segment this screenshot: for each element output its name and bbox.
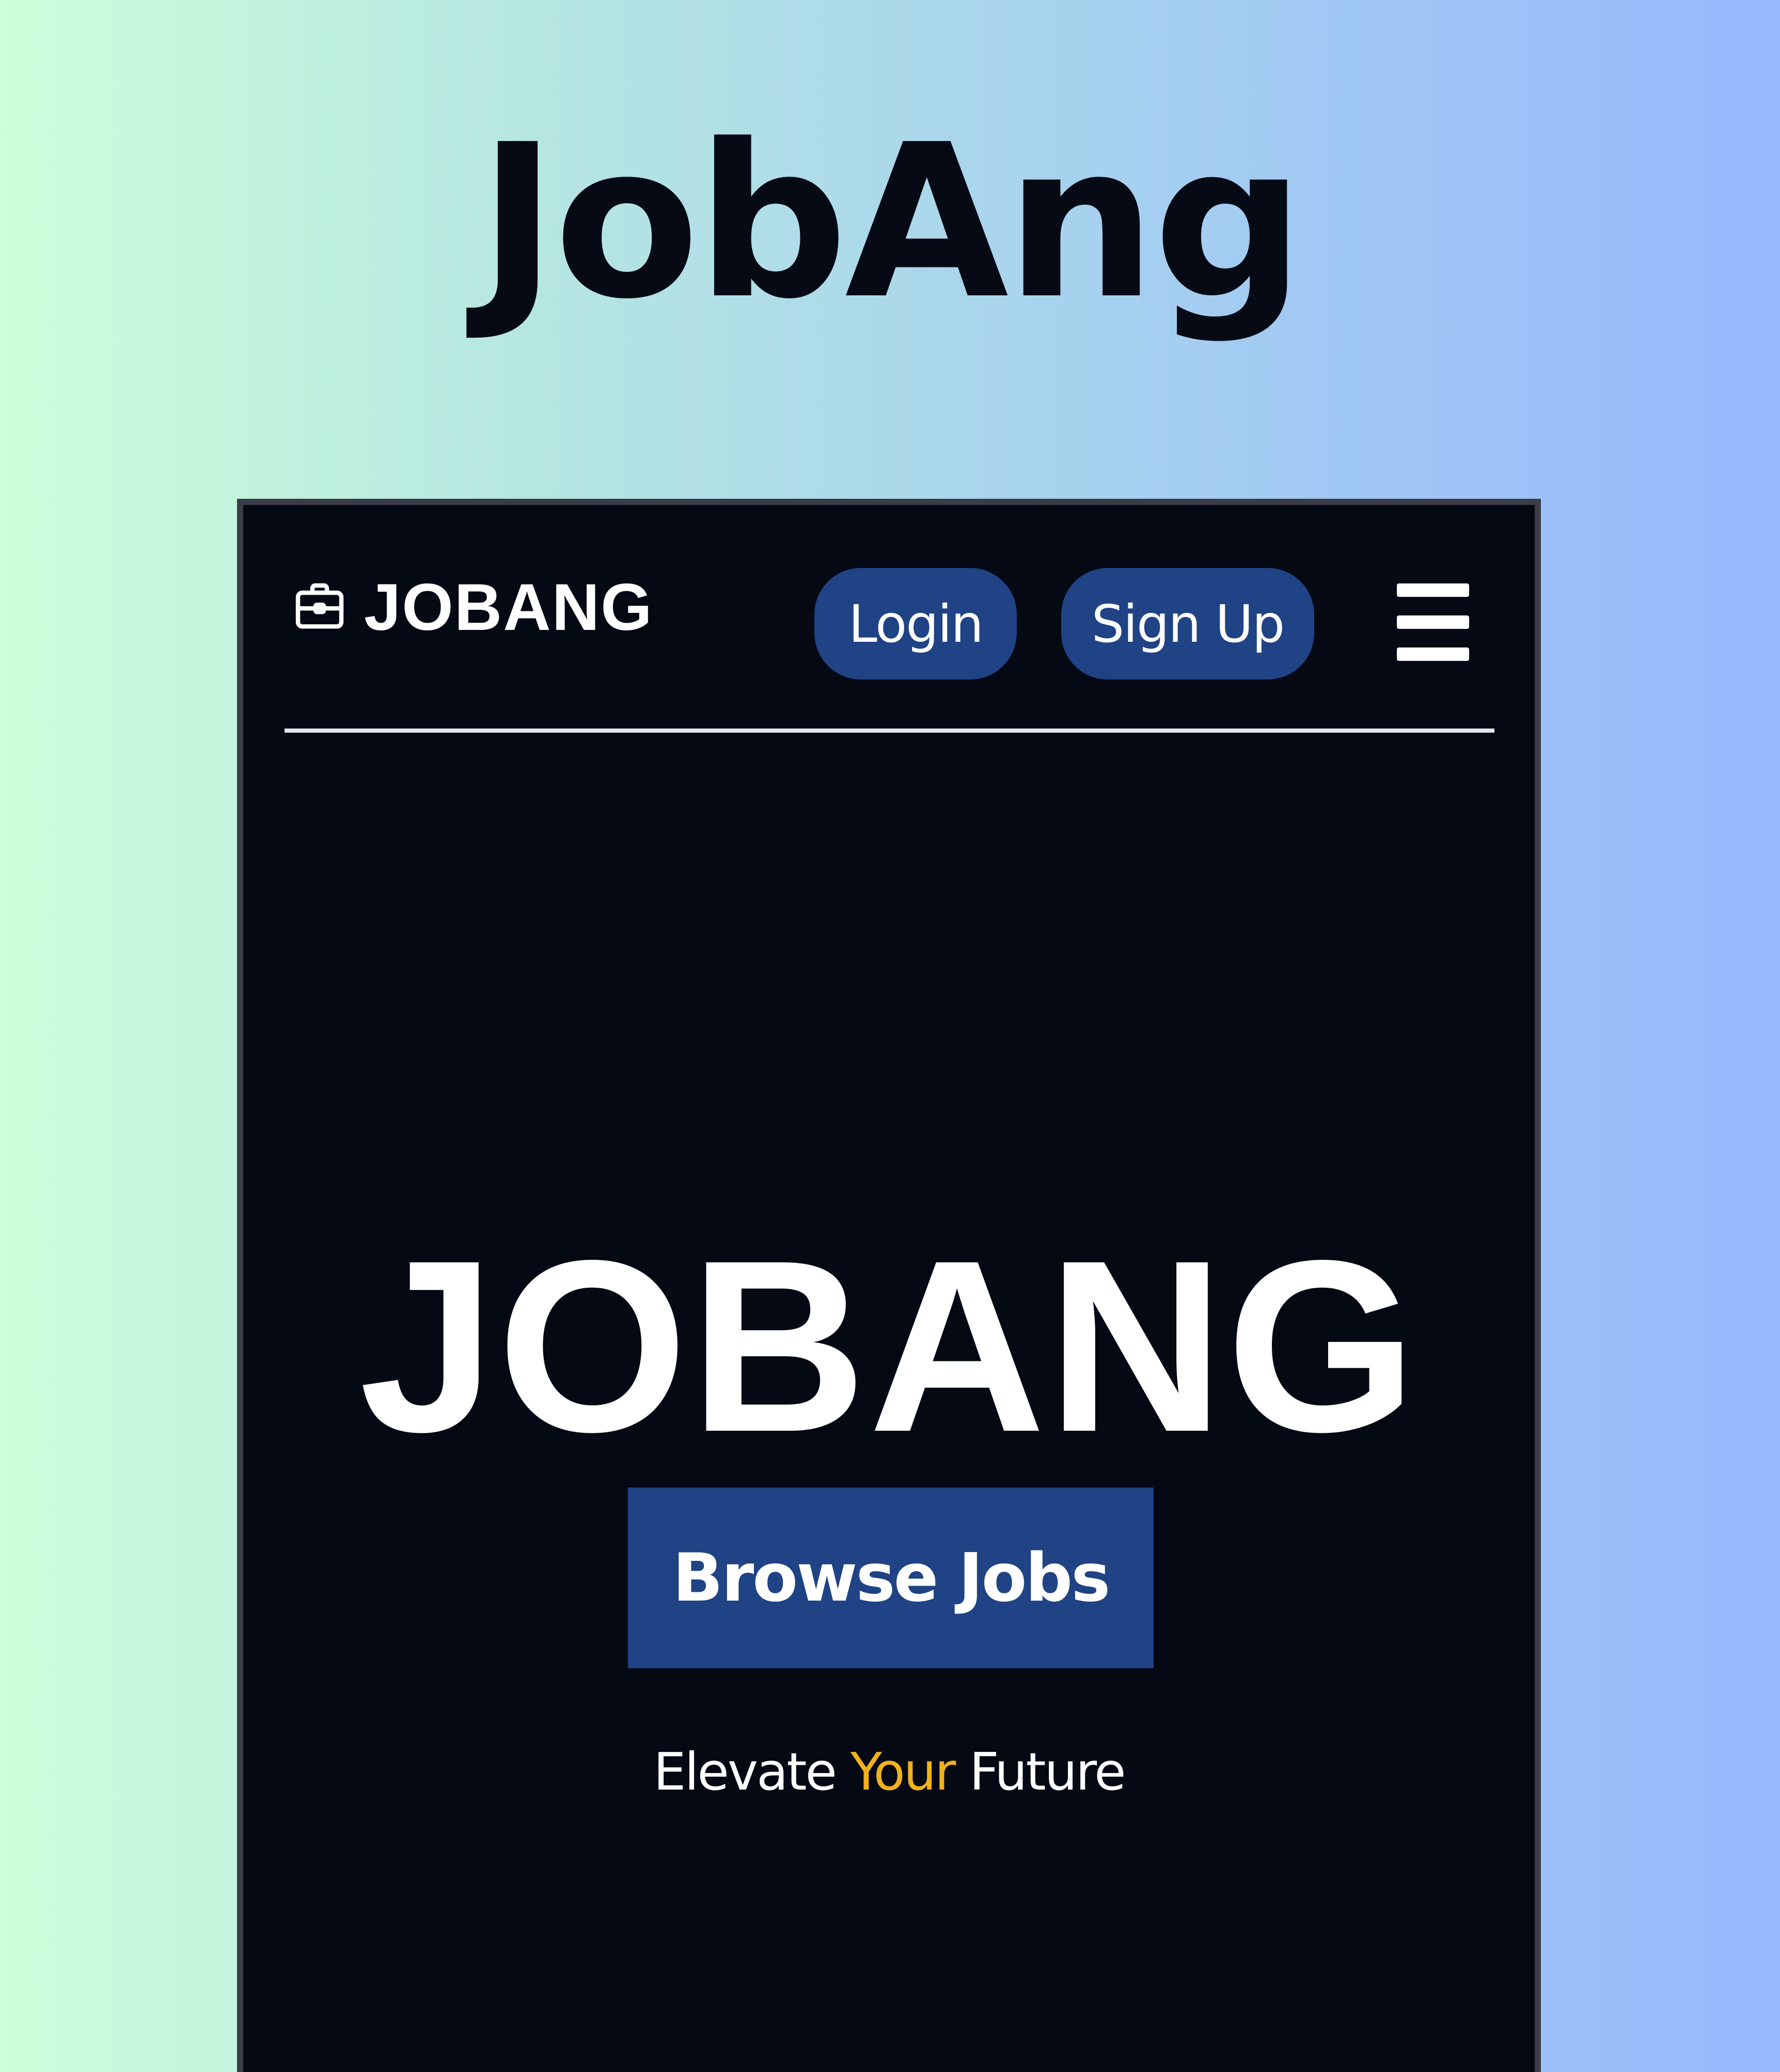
menu-bar-bottom bbox=[1397, 647, 1469, 661]
nav-divider bbox=[285, 729, 1494, 733]
hamburger-menu-icon[interactable] bbox=[1397, 583, 1469, 661]
briefcase-icon bbox=[295, 583, 344, 629]
brand-logo[interactable]: JOBANG bbox=[291, 570, 653, 644]
navbar: JOBANG Login Sign Up bbox=[243, 505, 1535, 733]
browse-jobs-button[interactable]: Browse Jobs bbox=[628, 1488, 1154, 1668]
promo-title: JobAng bbox=[478, 99, 1304, 345]
hero-title: JOBANG bbox=[359, 1210, 1419, 1483]
brand-name: JOBANG bbox=[364, 570, 653, 644]
tagline-prefix: Elevate bbox=[653, 1742, 850, 1802]
tagline-suffix: Future bbox=[954, 1742, 1126, 1802]
menu-bar-middle bbox=[1397, 615, 1469, 629]
app-screen: JOBANG Login Sign Up JOBANG Browse Jobs … bbox=[237, 499, 1541, 2072]
sign-up-button[interactable]: Sign Up bbox=[1061, 568, 1314, 679]
tagline-accent: Your bbox=[850, 1742, 956, 1802]
menu-bar-top bbox=[1397, 583, 1469, 597]
login-button[interactable]: Login bbox=[814, 568, 1017, 679]
tagline: Elevate Your Future bbox=[243, 1742, 1535, 1802]
